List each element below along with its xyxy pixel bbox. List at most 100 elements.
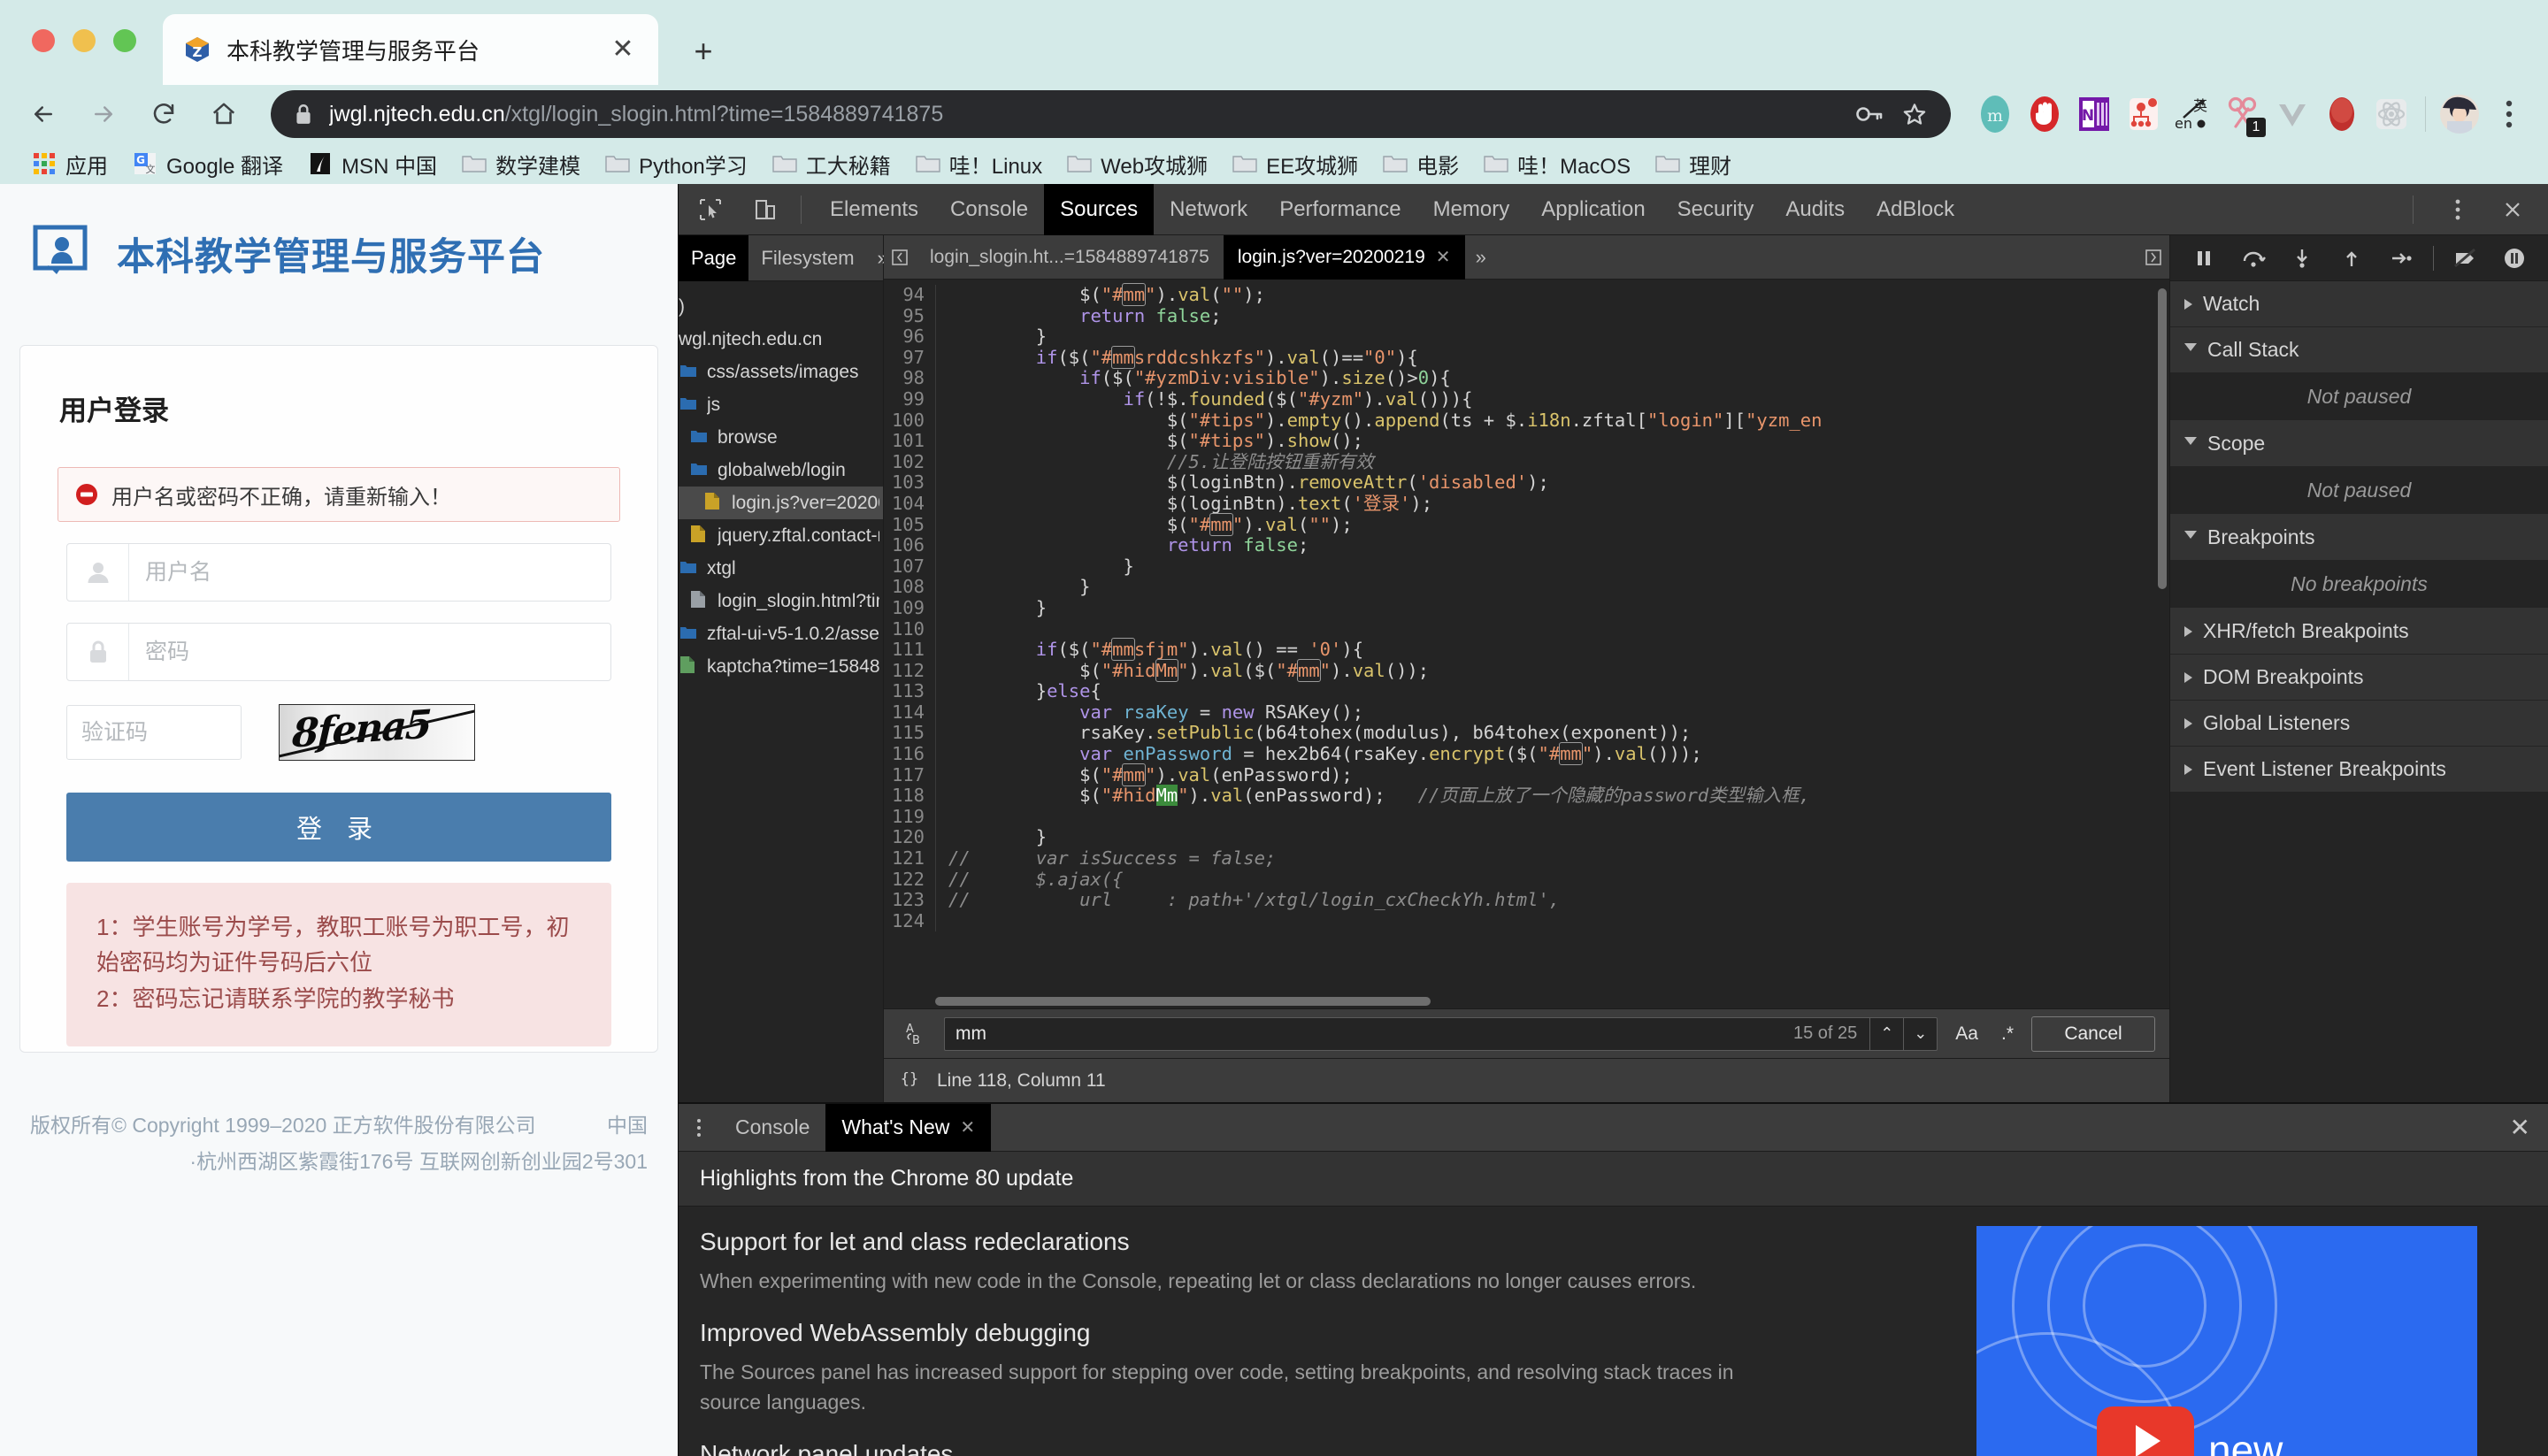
tree-item-frame[interactable]: ) [679, 290, 883, 323]
navigator-tab-filesystem[interactable]: Filesystem [748, 235, 866, 281]
tree-item-folder[interactable]: browse [679, 421, 883, 454]
browser-tab[interactable]: Z 本科教学管理与服务平台 ✕ [163, 14, 658, 85]
bookmark-folder-0[interactable]: 数学建模 [449, 146, 593, 181]
line-number[interactable]: 105 [884, 514, 935, 536]
bookmark-msn[interactable]: MSN 中国 [295, 146, 449, 181]
step-into-button[interactable] [2284, 241, 2320, 276]
line-number[interactable]: 113 [884, 681, 935, 702]
tree-item-jquery-js[interactable]: jquery.zftal.contact-min.js?ver=202002 [679, 519, 883, 552]
bookmark-google-translate[interactable]: G文 Google 翻译 [120, 146, 295, 181]
new-tab-button[interactable]: + [686, 34, 721, 69]
line-number[interactable]: 108 [884, 577, 935, 598]
line-number[interactable]: 97 [884, 347, 935, 369]
scroll-tabs-right-icon[interactable] [2137, 235, 2169, 280]
close-icon[interactable] [2490, 188, 2536, 231]
tab-application[interactable]: Application [1525, 184, 1661, 235]
line-number[interactable]: 100 [884, 410, 935, 432]
tree-item-kaptcha[interactable]: kaptcha?time=1584889752301 [679, 650, 883, 683]
tab-elements[interactable]: Elements [814, 184, 934, 235]
debugger-section-call-stack[interactable]: Call Stack [2170, 327, 2548, 373]
address-bar[interactable]: jwgl.njtech.edu.cn/xtgl/login_slogin.htm… [271, 90, 1951, 138]
line-number[interactable]: 94 [884, 284, 935, 306]
search-next-button[interactable]: ⌄ [1903, 1016, 1937, 1051]
tab-sources[interactable]: Sources [1044, 183, 1155, 235]
search-prev-button[interactable]: ⌃ [1869, 1016, 1903, 1051]
pause-on-exceptions-button[interactable] [2497, 241, 2532, 276]
pretty-print-icon[interactable]: {} [898, 1069, 921, 1093]
close-drawer-tab-button[interactable]: ✕ [960, 1116, 975, 1138]
code-viewer[interactable]: 94 $("#mm").val(""); 95 return false; 96 }… [884, 280, 2169, 1008]
chrome-menu-icon[interactable] [2484, 89, 2534, 139]
line-number[interactable]: 123 [884, 890, 935, 911]
debugger-section-dom-breakpoints[interactable]: DOM Breakpoints [2170, 655, 2548, 701]
scissors-extension-icon[interactable]: 1 [2218, 89, 2268, 139]
tree-item-folder[interactable]: css/assets/images [679, 356, 883, 388]
vertical-scrollbar[interactable] [2158, 288, 2167, 589]
step-button[interactable] [2383, 241, 2419, 276]
debugger-section-global-listeners[interactable]: Global Listeners [2170, 701, 2548, 747]
tab-audits[interactable]: Audits [1769, 184, 1861, 235]
onenote-extension-icon[interactable]: N [2069, 89, 2119, 139]
momentum-extension-icon[interactable]: m [1970, 89, 2020, 139]
tree-item-folder[interactable]: globalweb/login [679, 454, 883, 487]
vue-devtools-extension-icon[interactable] [2268, 89, 2317, 139]
line-number[interactable]: 107 [884, 556, 935, 578]
line-number[interactable]: 110 [884, 618, 935, 640]
line-number[interactable]: 111 [884, 639, 935, 661]
debugger-section-breakpoints[interactable]: Breakpoints [2170, 515, 2548, 561]
debugger-section-scope[interactable]: Scope [2170, 421, 2548, 467]
tab-network[interactable]: Network [1154, 184, 1263, 235]
captcha-input[interactable] [66, 705, 242, 760]
editor-more-tabs-button[interactable]: » [1465, 246, 1497, 269]
bookmark-folder-3[interactable]: 哇！Linux [903, 146, 1055, 181]
bookmark-folder-2[interactable]: 工大秘籍 [760, 146, 903, 181]
line-number[interactable]: 98 [884, 368, 935, 389]
editor-tab-login-slogin[interactable]: login_slogin.ht...=1584889741875 [916, 235, 1224, 280]
step-over-button[interactable] [2236, 241, 2271, 276]
drawer-tab-console[interactable]: Console [719, 1104, 825, 1152]
tab-performance[interactable]: Performance [1263, 184, 1416, 235]
captcha-image[interactable]: 8fena5 [279, 704, 475, 761]
tree-item-origin[interactable]: wgl.njtech.edu.cn [679, 323, 883, 356]
minimize-window-button[interactable] [73, 29, 96, 52]
whats-new-video-thumbnail[interactable]: new [1976, 1226, 2477, 1456]
search-input[interactable] [956, 1023, 1781, 1045]
home-button[interactable] [200, 90, 248, 138]
bookmark-folder-6[interactable]: 电影 [1370, 146, 1471, 181]
tree-item-folder[interactable]: js [679, 388, 883, 421]
tree-item-login-js[interactable]: login.js?ver=20200219 [679, 487, 883, 519]
sitemap-extension-icon[interactable] [2119, 89, 2168, 139]
bookmark-folder-1[interactable]: Python学习 [593, 146, 760, 181]
line-number[interactable]: 117 [884, 764, 935, 786]
close-window-button[interactable] [32, 29, 55, 52]
tab-adblock[interactable]: AdBlock [1861, 184, 1970, 235]
line-number[interactable]: 104 [884, 493, 935, 515]
line-number[interactable]: 120 [884, 827, 935, 849]
close-editor-tab-button[interactable]: ✕ [1436, 246, 1451, 268]
tab-security[interactable]: Security [1662, 184, 1770, 235]
username-input[interactable] [129, 544, 610, 601]
inspect-element-icon[interactable] [687, 188, 733, 231]
adblock-extension-icon[interactable] [2020, 89, 2069, 139]
line-number[interactable]: 106 [884, 535, 935, 556]
username-field[interactable] [66, 543, 611, 602]
kebab-menu-icon[interactable] [2435, 188, 2481, 231]
translate-extension-icon[interactable]: 英 en [2168, 89, 2218, 139]
line-number[interactable]: 114 [884, 701, 935, 724]
login-button[interactable]: 登 录 [66, 793, 611, 862]
password-input[interactable] [129, 624, 610, 680]
search-cancel-button[interactable]: Cancel [2031, 1015, 2155, 1052]
line-number[interactable]: 109 [884, 597, 935, 619]
debugger-section-xhr-breakpoints[interactable]: XHR/fetch Breakpoints [2170, 609, 2548, 655]
bookmark-folder-7[interactable]: 哇！MacOS [1471, 146, 1643, 181]
line-number[interactable]: 121 [884, 847, 935, 870]
password-field[interactable] [66, 623, 611, 681]
bookmark-apps[interactable]: 应用 [19, 146, 120, 181]
react-devtools-extension-icon[interactable] [2367, 89, 2416, 139]
tree-item-folder[interactable]: zftal-ui-v5-1.0.2/assets [679, 617, 883, 650]
tree-item-folder[interactable]: xtgl [679, 552, 883, 585]
tab-memory[interactable]: Memory [1417, 184, 1526, 235]
device-toolbar-icon[interactable] [742, 188, 788, 231]
tab-console[interactable]: Console [934, 184, 1044, 235]
debugger-section-watch[interactable]: Watch [2170, 281, 2548, 327]
